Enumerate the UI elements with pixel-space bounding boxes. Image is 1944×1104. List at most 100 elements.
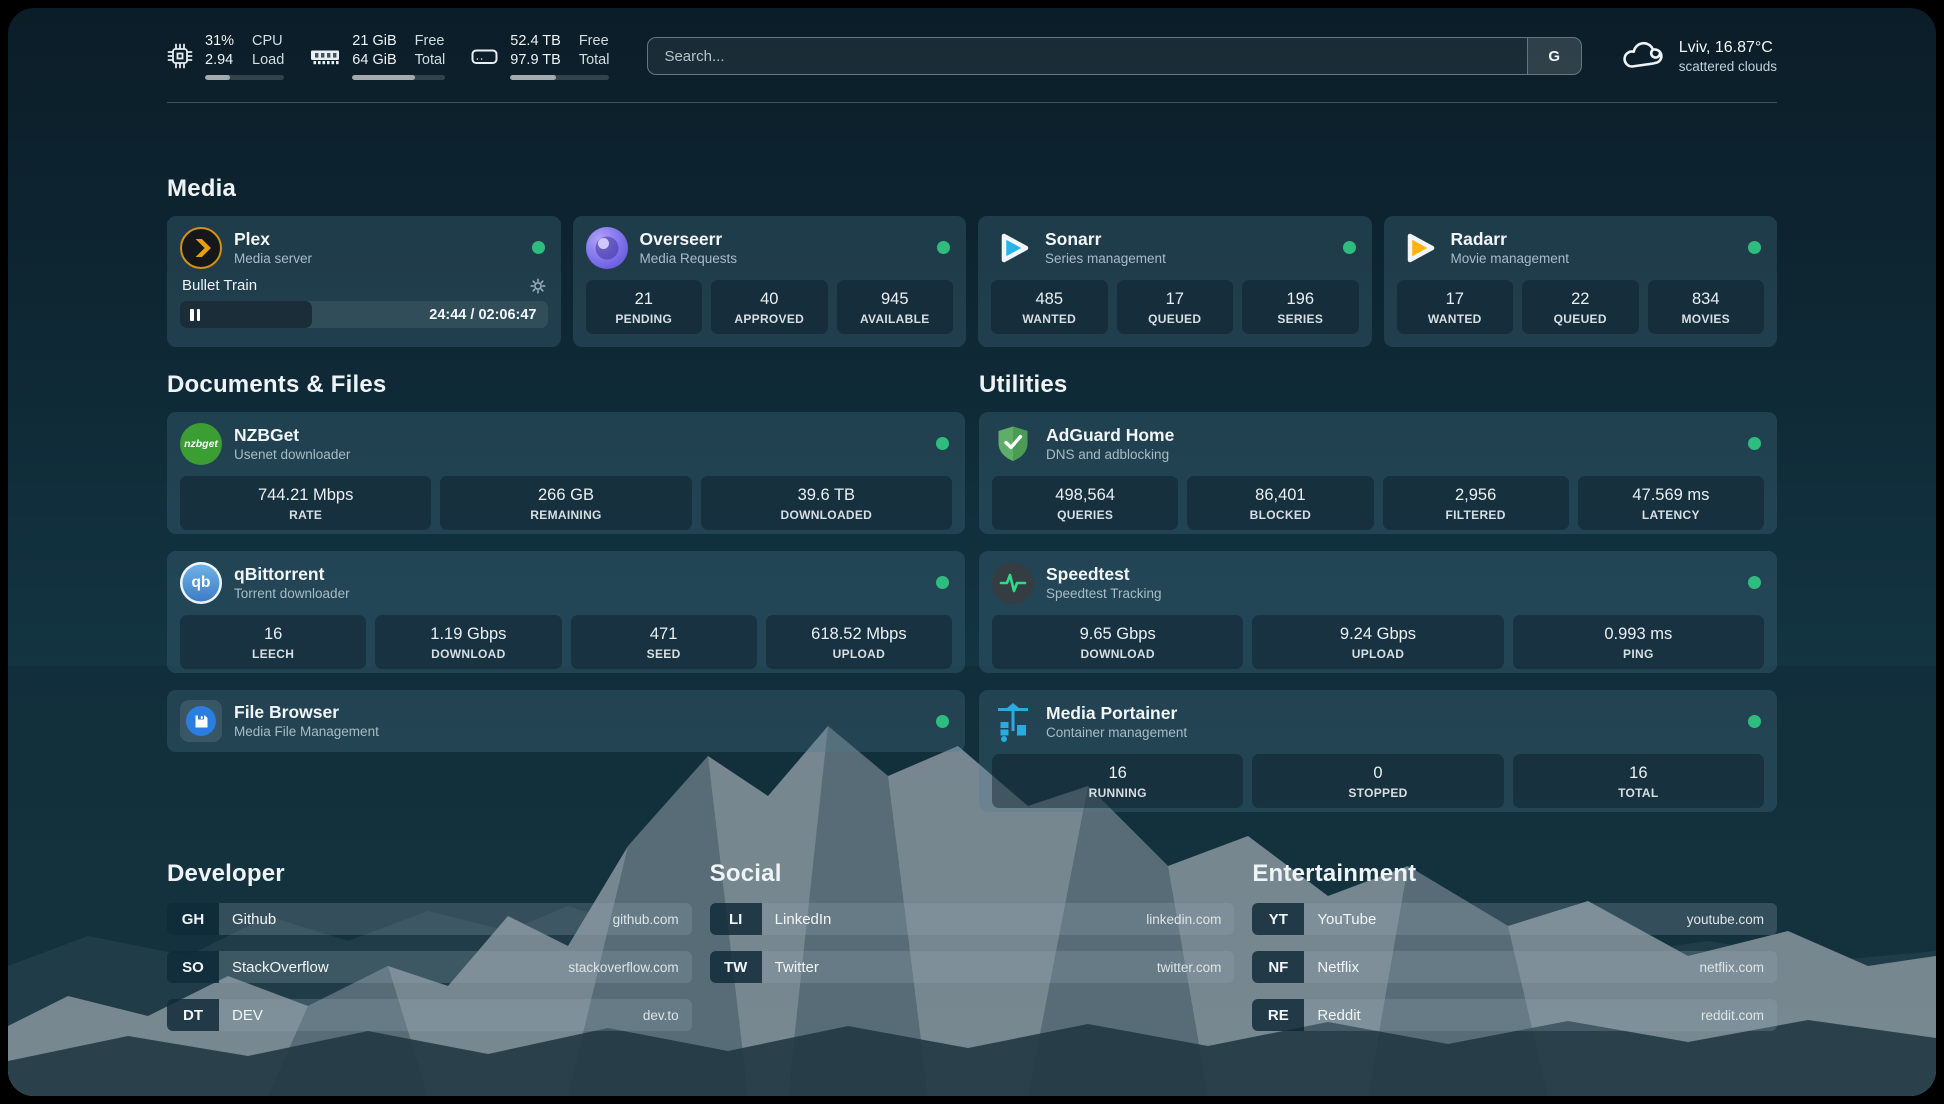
stat-latency: 47.569 ms LATENCY [1578, 476, 1764, 530]
service-name: File Browser [234, 701, 379, 723]
bookmark-youtube[interactable]: YT YouTube youtube.com [1252, 903, 1777, 935]
service-name: Speedtest [1046, 563, 1162, 585]
service-desc: Series management [1045, 250, 1166, 268]
service-desc: Torrent downloader [234, 585, 350, 603]
stat-leech: 16 LEECH [180, 615, 366, 669]
service-name: qBittorrent [234, 563, 350, 585]
overseerr-icon [586, 227, 628, 269]
bookmark-name: Netflix [1317, 959, 1359, 976]
bookmark-abbr: TW [710, 951, 762, 983]
card-qbittorrent[interactable]: qb qBittorrent Torrent downloader 16 LEE… [167, 551, 965, 673]
disk-icon [471, 46, 498, 67]
card-portainer[interactable]: Media Portainer Container management 16 … [979, 690, 1777, 812]
stat-upload: 9.24 Gbps UPLOAD [1252, 615, 1503, 669]
card-speedtest[interactable]: Speedtest Speedtest Tracking 9.65 Gbps D… [979, 551, 1777, 673]
disk-progress-fill [510, 75, 556, 80]
section-title-documents: Documents & Files [167, 371, 965, 399]
memory-icon [310, 46, 340, 66]
weather-condition: scattered clouds [1679, 58, 1777, 76]
bookmark-url: github.com [613, 912, 679, 927]
card-radarr[interactable]: Radarr Movie management 17 WANTED 22 QUE… [1384, 216, 1778, 347]
stat-blocked: 86,401 BLOCKED [1187, 476, 1373, 530]
section-title-utilities: Utilities [979, 371, 1777, 399]
cpu-progress-track [205, 75, 284, 80]
memory-total-value: 64 GiB [352, 51, 396, 70]
header-divider [167, 102, 1777, 103]
bookmark-stackoverflow[interactable]: SO StackOverflow stackoverflow.com [167, 951, 692, 983]
memory-progress-track [352, 75, 445, 80]
nzbget-icon: nzbget [180, 423, 222, 465]
bookmark-abbr: SO [167, 951, 219, 983]
stat-series: 196 SERIES [1242, 280, 1359, 334]
section-title-media: Media [167, 175, 1777, 203]
status-dot [936, 437, 949, 450]
service-desc: Container management [1046, 724, 1187, 742]
memory-free-value: 21 GiB [352, 32, 396, 51]
top-bar: 31% 2.94 CPU Load [167, 8, 1777, 80]
service-name: Plex [234, 228, 312, 250]
bookmark-url: reddit.com [1701, 1008, 1764, 1023]
stat-download: 9.65 Gbps DOWNLOAD [992, 615, 1243, 669]
bookmark-github[interactable]: GH Github github.com [167, 903, 692, 935]
stat-seed: 471 SEED [571, 615, 757, 669]
bookmark-url: linkedin.com [1146, 912, 1221, 927]
cpu-load-label: Load [252, 51, 284, 70]
memory-total-label: Total [415, 51, 446, 70]
stat-queued: 22 QUEUED [1522, 280, 1639, 334]
stat-upload: 618.52 Mbps UPLOAD [766, 615, 952, 669]
service-name: Radarr [1451, 228, 1570, 250]
stat-queued: 17 QUEUED [1117, 280, 1234, 334]
bookmark-abbr: GH [167, 903, 219, 935]
section-title-entertainment: Entertainment [1252, 860, 1777, 888]
card-filebrowser[interactable]: File Browser Media File Management [167, 690, 965, 752]
weather-location-temp: Lviv, 16.87°C [1679, 37, 1777, 58]
service-desc: Usenet downloader [234, 446, 350, 464]
bookmark-name: Twitter [775, 959, 819, 976]
stat-remaining: 266 GB REMAINING [440, 476, 691, 530]
disk-widget: 52.4 TB 97.9 TB Free Total [471, 32, 609, 80]
portainer-icon [992, 701, 1034, 743]
status-dot [1748, 437, 1761, 450]
bookmark-abbr: NF [1252, 951, 1304, 983]
stat-wanted: 485 WANTED [991, 280, 1108, 334]
pause-icon[interactable] [190, 309, 200, 321]
status-dot [937, 241, 950, 254]
service-desc: Movie management [1451, 250, 1570, 268]
bookmark-reddit[interactable]: RE Reddit reddit.com [1252, 999, 1777, 1031]
bookmark-url: youtube.com [1687, 912, 1764, 927]
stat-filtered: 2,956 FILTERED [1383, 476, 1569, 530]
stat-pending: 21 PENDING [586, 280, 703, 334]
disk-total-value: 97.9 TB [510, 51, 561, 70]
search-provider-button[interactable]: G [1527, 38, 1581, 74]
status-dot [1343, 241, 1356, 254]
qbittorrent-icon: qb [180, 562, 222, 604]
cpu-progress-fill [205, 75, 230, 80]
card-overseerr[interactable]: Overseerr Media Requests 21 PENDING 40 A… [573, 216, 967, 347]
bookmark-name: YouTube [1317, 911, 1376, 928]
stat-wanted: 17 WANTED [1397, 280, 1514, 334]
card-nzbget[interactable]: nzbget NZBGet Usenet downloader 744.21 M… [167, 412, 965, 534]
bookmark-name: Github [232, 911, 276, 928]
stat-downloaded: 39.6 TB DOWNLOADED [701, 476, 952, 530]
cpu-usage-value: 31% [205, 32, 234, 51]
search-input[interactable] [648, 38, 1526, 74]
cpu-icon [167, 43, 193, 69]
bookmark-netflix[interactable]: NF Netflix netflix.com [1252, 951, 1777, 983]
service-desc: Media server [234, 250, 312, 268]
bookmark-twitter[interactable]: TW Twitter twitter.com [710, 951, 1235, 983]
status-dot [1748, 241, 1761, 254]
gear-icon[interactable] [530, 278, 546, 294]
disk-total-label: Total [579, 51, 610, 70]
card-adguard[interactable]: AdGuard Home DNS and adblocking 498,564 … [979, 412, 1777, 534]
card-sonarr[interactable]: Sonarr Series management 485 WANTED 17 Q… [978, 216, 1372, 347]
section-title-developer: Developer [167, 860, 692, 888]
section-title-social: Social [710, 860, 1235, 888]
bookmark-dev[interactable]: DT DEV dev.to [167, 999, 692, 1031]
card-plex[interactable]: Plex Media server Bullet Train [167, 216, 561, 347]
bookmark-abbr: LI [710, 903, 762, 935]
bookmark-abbr: RE [1252, 999, 1304, 1031]
bookmark-abbr: DT [167, 999, 219, 1031]
bookmark-linkedin[interactable]: LI LinkedIn linkedin.com [710, 903, 1235, 935]
cloud-icon [1620, 40, 1666, 72]
playback-progress-bar[interactable]: 24:44 / 02:06:47 [180, 301, 548, 328]
